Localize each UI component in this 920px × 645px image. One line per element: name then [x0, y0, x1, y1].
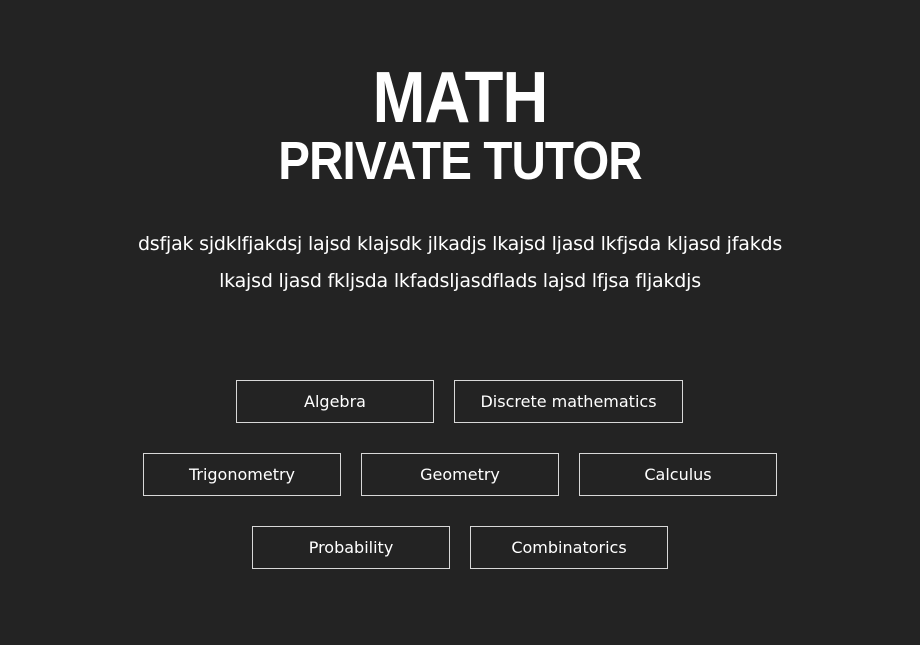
description-line-1: dsfjak sjdklfjakdsj lajsd klajsdk jlkadj…	[137, 233, 783, 255]
subject-discrete-mathematics-button[interactable]: Discrete mathematics	[454, 380, 683, 423]
description: dsfjak sjdklfjakdsj lajsd klajsdk jlkadj…	[90, 226, 830, 300]
page-subtitle: PRIVATE TUTOR	[278, 131, 642, 191]
subject-calculus-button[interactable]: Calculus	[579, 453, 777, 496]
subject-algebra-button[interactable]: Algebra	[236, 380, 434, 423]
subject-trigonometry-button[interactable]: Trigonometry	[143, 453, 341, 496]
subject-probability-button[interactable]: Probability	[252, 526, 450, 569]
subject-geometry-button[interactable]: Geometry	[361, 453, 559, 496]
subject-combinatorics-button[interactable]: Combinatorics	[470, 526, 668, 569]
description-line-2: lkajsd ljasd fkljsda lkfadsljasdflads la…	[219, 270, 701, 292]
page-title: MATH	[372, 58, 549, 138]
page: MATH PRIVATE TUTOR dsfjak sjdklfjakdsj l…	[0, 0, 920, 645]
